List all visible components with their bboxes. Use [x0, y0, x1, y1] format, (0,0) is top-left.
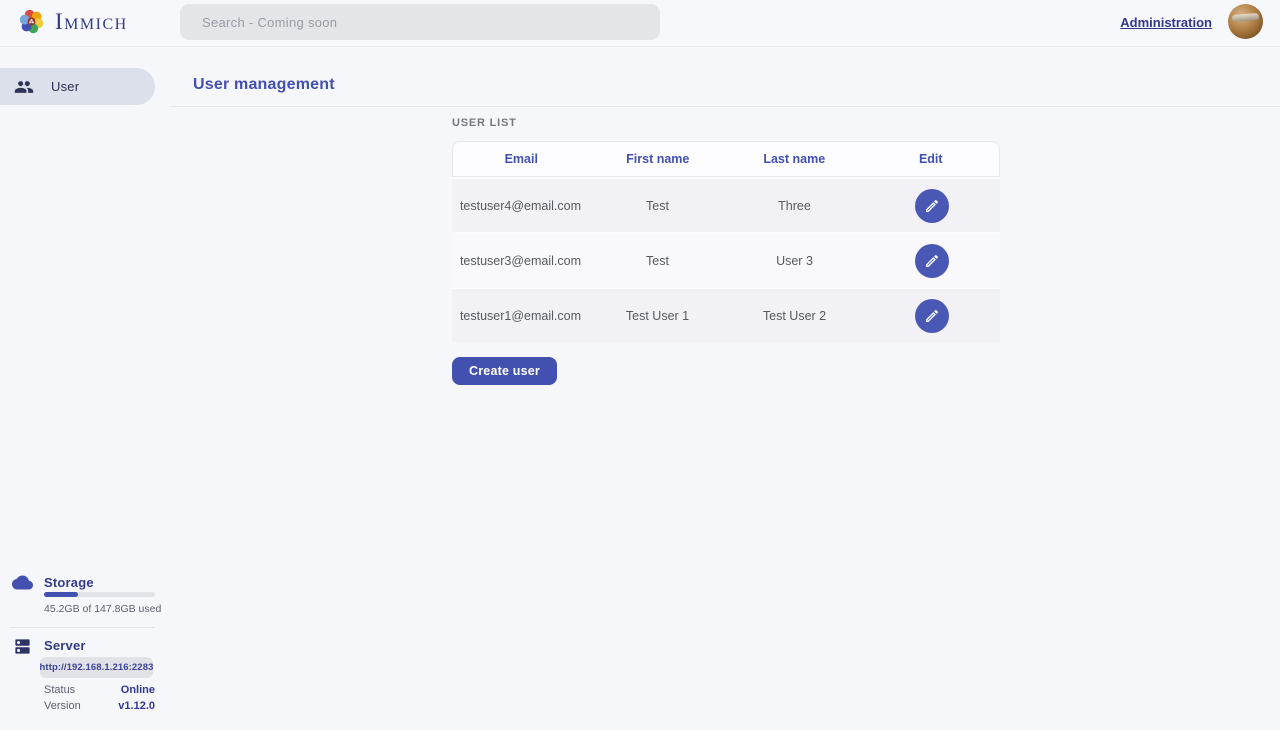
brand-wordmark: Immich	[55, 9, 128, 35]
immich-admin-page: Immich Administration User Storage 45.2G…	[0, 0, 1280, 730]
sidebar-divider	[10, 627, 155, 628]
cell-first-name: Test User 1	[589, 289, 726, 342]
administration-link[interactable]: Administration	[1120, 15, 1212, 30]
column-header-email: Email	[453, 142, 590, 176]
server-status-label: Status	[44, 684, 75, 696]
title-divider	[170, 106, 1280, 107]
cell-email: testuser1@email.com	[452, 289, 589, 342]
storage-usage-text: 45.2GB of 147.8GB used	[44, 603, 161, 615]
storage-progress-fill	[44, 592, 78, 597]
cell-first-name: Test	[589, 234, 726, 287]
immich-logo[interactable]: Immich	[16, 6, 128, 37]
cell-email: testuser3@email.com	[452, 234, 589, 287]
storage-title: Storage	[44, 575, 94, 590]
storage-progress-bar	[44, 592, 155, 597]
server-dns-icon	[13, 637, 32, 656]
edit-user-button[interactable]	[915, 244, 949, 278]
column-header-first-name: First name	[590, 142, 727, 176]
user-avatar[interactable]	[1228, 4, 1263, 39]
pencil-icon	[924, 198, 940, 214]
user-table: Email First name Last name Edit testuser…	[452, 141, 1000, 342]
pencil-icon	[924, 308, 940, 324]
table-header-row: Email First name Last name Edit	[452, 141, 1000, 177]
column-header-edit: Edit	[863, 142, 1000, 176]
table-row: testuser3@email.com Test User 3	[452, 232, 1000, 287]
cell-email: testuser4@email.com	[452, 179, 589, 232]
cell-last-name: Test User 2	[726, 289, 863, 342]
sidebar-item-user[interactable]: User	[0, 68, 155, 105]
search-input[interactable]	[180, 4, 660, 40]
column-header-last-name: Last name	[726, 142, 863, 176]
server-version-value: v1.12.0	[118, 700, 155, 712]
users-group-icon	[14, 77, 34, 97]
server-version-label: Version	[44, 700, 81, 712]
user-list-label: USER LIST	[452, 117, 517, 129]
pencil-icon	[924, 253, 940, 269]
edit-user-button[interactable]	[915, 299, 949, 333]
table-row: testuser1@email.com Test User 1 Test Use…	[452, 287, 1000, 342]
table-row: testuser4@email.com Test Three	[452, 177, 1000, 232]
cloud-icon	[12, 572, 33, 593]
page-title: User management	[193, 76, 335, 94]
cell-last-name: User 3	[726, 234, 863, 287]
cell-first-name: Test	[589, 179, 726, 232]
create-user-button[interactable]: Create user	[452, 357, 557, 385]
server-status-value: Online	[121, 684, 155, 696]
sidebar-item-user-label: User	[51, 79, 79, 94]
top-header: Immich Administration	[0, 0, 1280, 47]
server-version-row: Version v1.12.0	[44, 700, 155, 712]
immich-flower-icon	[16, 6, 47, 37]
server-title: Server	[44, 638, 86, 653]
server-url-badge: http://192.168.1.216:2283	[40, 657, 153, 678]
cell-last-name: Three	[726, 179, 863, 232]
server-status-row: Status Online	[44, 684, 155, 696]
edit-user-button[interactable]	[915, 189, 949, 223]
